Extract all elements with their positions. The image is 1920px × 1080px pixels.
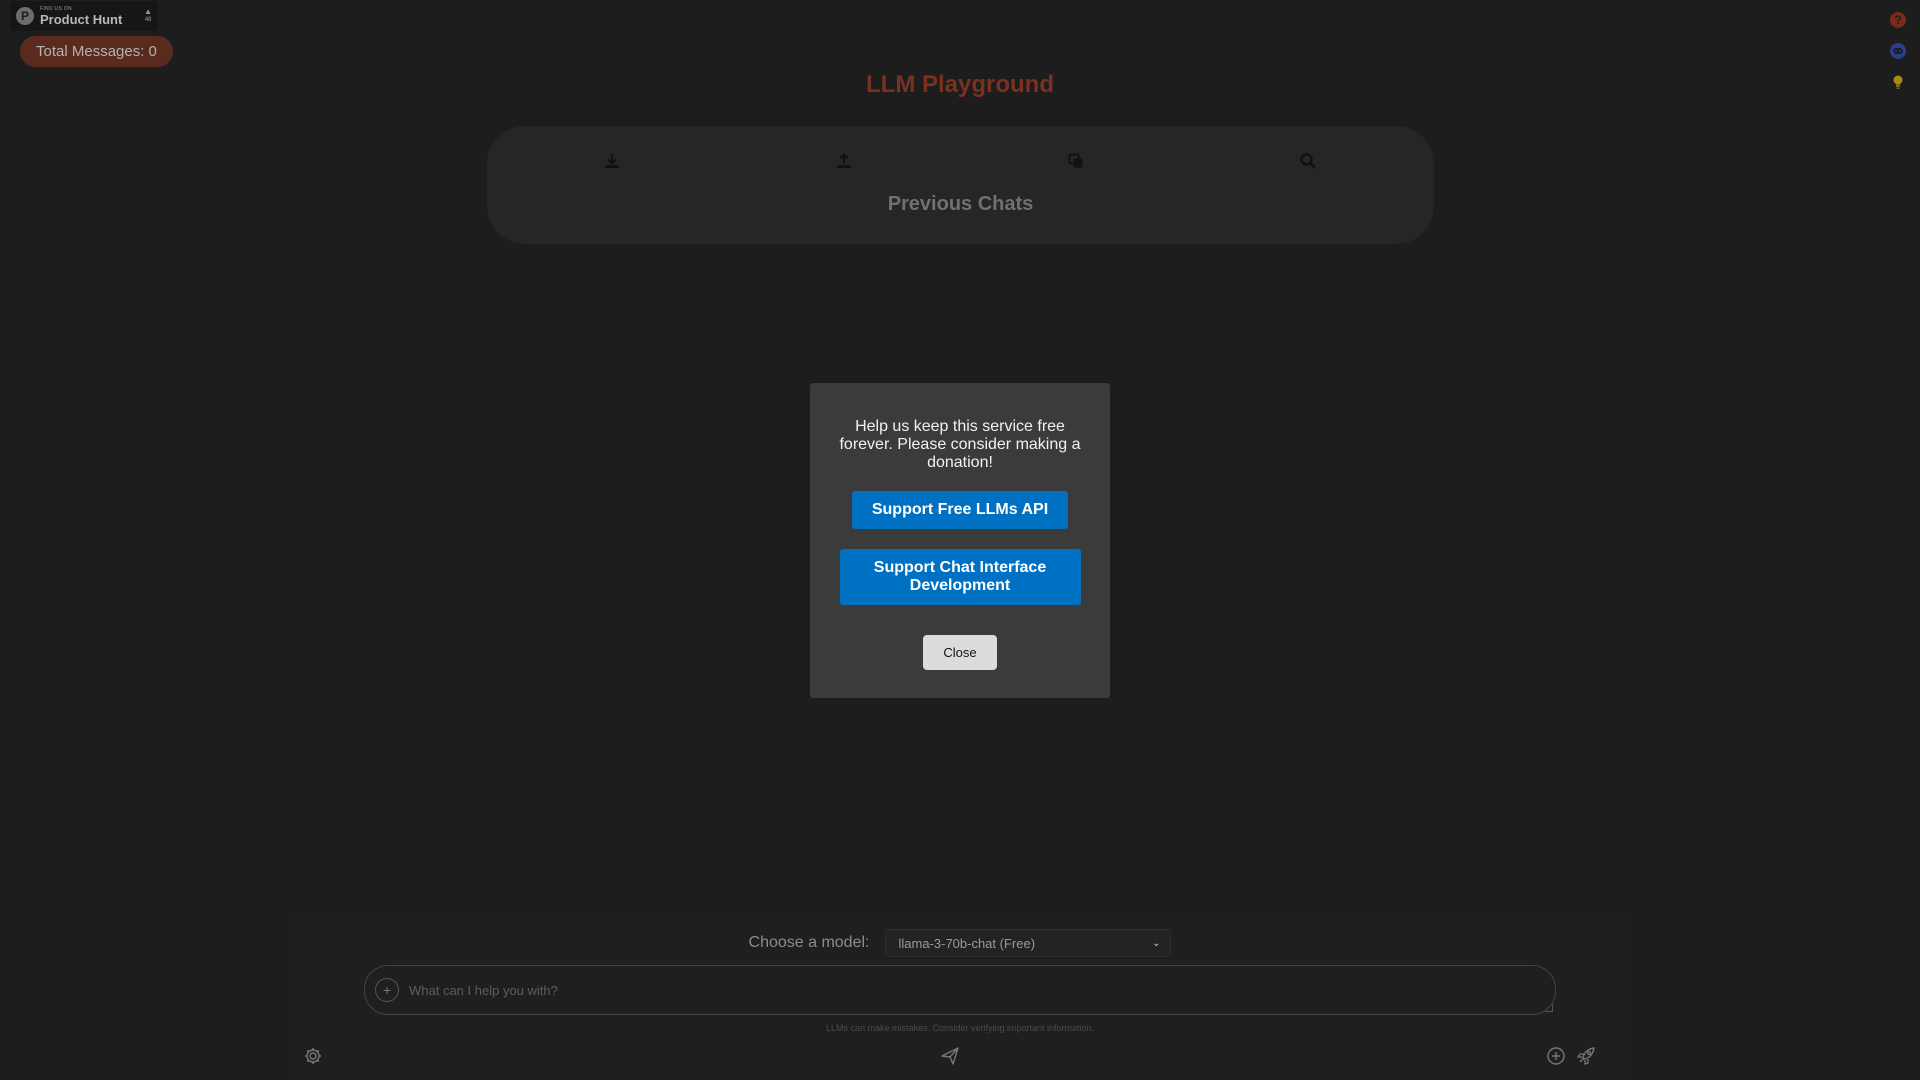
product-hunt-small-text: Find us on: [40, 5, 72, 12]
search-icon[interactable]: [1294, 147, 1322, 175]
product-hunt-logo-icon: P: [16, 7, 34, 25]
previous-chats-title: Previous Chats: [887, 193, 1034, 215]
donation-modal: Help us keep this service free forever. …: [810, 383, 1110, 698]
vote-count: 48: [144, 17, 152, 24]
chats-toolbar: [487, 147, 1434, 175]
page-title: LLM Playground: [866, 71, 1054, 98]
model-select-value: llama-3-70b-chat (Free): [898, 935, 1036, 951]
chat-composer: Choose a model: llama-3-70b-chat (Free) …: [290, 913, 1630, 1080]
model-chooser: Choose a model: llama-3-70b-chat (Free) …: [290, 929, 1630, 957]
previous-chats-panel: Previous Chats: [487, 126, 1434, 244]
close-button[interactable]: Close: [923, 635, 997, 670]
product-hunt-votes: ▲ 48: [144, 7, 152, 24]
svg-text:?: ?: [1894, 13, 1901, 27]
new-chat-icon[interactable]: [1545, 1045, 1567, 1067]
product-hunt-name: Product Hunt: [40, 11, 123, 27]
support-llms-api-button[interactable]: Support Free LLMs API: [852, 491, 1068, 529]
resize-handle[interactable]: [1545, 1004, 1553, 1012]
send-icon[interactable]: [939, 1045, 961, 1067]
help-icon[interactable]: ?: [1888, 10, 1908, 30]
donation-message: Help us keep this service free forever. …: [839, 418, 1081, 471]
upload-icon[interactable]: [830, 147, 858, 175]
prompt-input[interactable]: [409, 982, 1555, 998]
attach-icon[interactable]: +: [375, 978, 399, 1002]
download-icon[interactable]: [598, 147, 626, 175]
product-hunt-badge[interactable]: P Find us on Product Hunt ▲ 48: [10, 1, 158, 31]
upvote-icon: ▲: [144, 7, 152, 17]
model-label: Choose a model:: [748, 934, 870, 951]
total-messages-badge: Total Messages: 0: [20, 36, 173, 67]
rocket-icon[interactable]: [1575, 1045, 1597, 1067]
prompt-box: +: [364, 965, 1556, 1015]
chevron-down-icon: ⌄: [1152, 937, 1161, 949]
discord-icon[interactable]: [1888, 41, 1908, 61]
support-chat-interface-button[interactable]: Support Chat Interface Development: [839, 549, 1081, 605]
copy-icon[interactable]: [1062, 147, 1090, 175]
disclaimer: LLMs can make mistakes. Consider verifyi…: [825, 1023, 1095, 1033]
settings-icon[interactable]: [302, 1045, 324, 1067]
model-select[interactable]: llama-3-70b-chat (Free) ⌄: [885, 929, 1172, 957]
